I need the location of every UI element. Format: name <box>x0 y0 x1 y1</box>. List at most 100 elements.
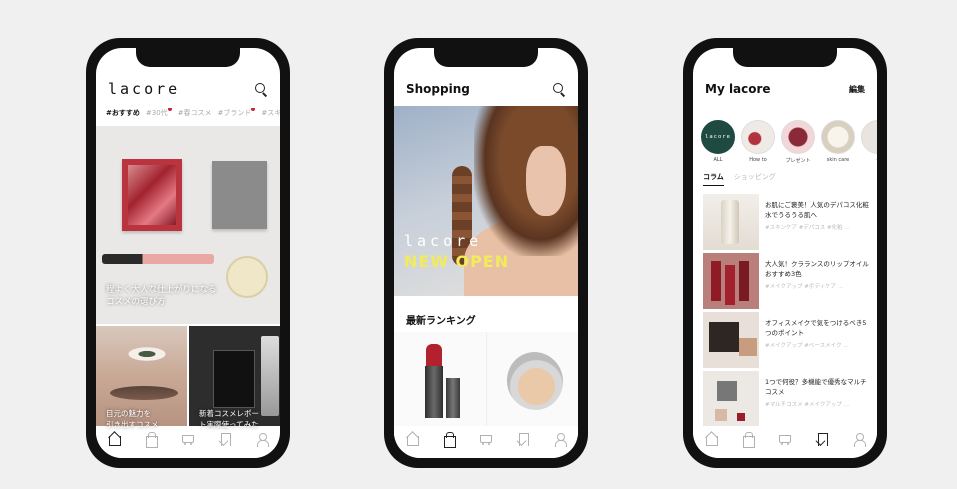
article-card-title: 新着コスメレポー ト実際使ってみた <box>199 409 259 429</box>
lipstick-image <box>102 254 214 264</box>
list-item[interactable]: オフィスメイクで気をつけるべき5つのポイント #メイクアップ #ベースメイク … <box>703 312 871 370</box>
article-thumbnail <box>703 194 759 250</box>
new-open-banner[interactable]: lacore NEW OPEN <box>394 106 578 296</box>
category-skin-care[interactable]: skin care <box>821 120 855 164</box>
category-avatar <box>741 120 775 154</box>
new-dot <box>251 108 256 111</box>
category-all-avatar: lacore <box>701 120 735 154</box>
category-present[interactable]: プレゼント <box>781 120 815 164</box>
shopping-bag-icon[interactable] <box>144 432 159 448</box>
cushion-product-image <box>499 345 570 417</box>
category-how-to[interactable]: How to <box>741 120 775 164</box>
content-tabs: コラム ショッピング <box>703 172 867 186</box>
saved-article-list: お肌にご褒美！人気のデパコス化粧水でうるうる肌へ #スキンケア #デパコス #化… <box>703 194 871 430</box>
phone-notch <box>733 48 837 67</box>
user-icon[interactable] <box>852 432 866 447</box>
my-lacore-screen: My lacore 編集 lacore ALL How to プレゼント ski… <box>693 48 877 458</box>
bookmark-icon[interactable] <box>815 432 829 446</box>
article-thumbnail <box>703 312 759 368</box>
ranking-item[interactable] <box>394 332 486 436</box>
category-circles: lacore ALL How to プレゼント skin care <box>701 120 877 164</box>
bookmark-icon[interactable] <box>218 432 232 446</box>
category-label: プレゼント <box>785 158 811 164</box>
tag-skin[interactable]: #スキ <box>261 108 280 118</box>
phone-home: lacore #おすすめ #30代 #春コスメ #ブランド #スキ 程よく大人な… <box>86 38 290 468</box>
category-avatar <box>821 120 855 154</box>
user-icon[interactable] <box>553 432 567 447</box>
article-thumbnail <box>703 371 759 427</box>
home-icon[interactable] <box>405 432 420 446</box>
phone-my-lacore: My lacore 編集 lacore ALL How to プレゼント ski… <box>683 38 887 468</box>
article-card-title: 目元の魅力を 引き出すコスメ <box>106 409 159 429</box>
phone-notch <box>136 48 240 67</box>
bottom-tab-bar <box>693 426 877 458</box>
article-card-new-cosme[interactable]: 新着コスメレポー ト実際使ってみた <box>189 326 280 436</box>
search-icon[interactable] <box>254 82 268 96</box>
bottom-tab-bar <box>96 426 280 458</box>
banner-logo: lacore <box>404 232 483 250</box>
cushion-image <box>226 256 268 298</box>
category-avatar <box>781 120 815 154</box>
palette-image <box>122 159 182 231</box>
article-thumbnail <box>703 253 759 309</box>
edit-button[interactable]: 編集 <box>849 84 865 95</box>
lipstick-product-image <box>425 344 443 418</box>
article-title: お肌にご褒美！人気のデパコス化粧水でうるうる肌へ <box>765 201 869 219</box>
category-all[interactable]: lacore ALL <box>701 120 735 164</box>
ranking-list <box>394 332 578 436</box>
banner-tagline: NEW OPEN <box>404 252 510 271</box>
shopping-bag-icon[interactable] <box>741 432 756 448</box>
list-item[interactable]: お肌にご褒美！人気のデパコス化粧水でうるうる肌へ #スキンケア #デパコス #化… <box>703 194 871 252</box>
my-lacore-header: My lacore 編集 <box>705 78 865 100</box>
ranking-item[interactable] <box>485 332 578 436</box>
bookmark-icon[interactable] <box>516 432 530 446</box>
hashtag-bar: #おすすめ #30代 #春コスメ #ブランド #スキ <box>106 108 280 118</box>
article-tags: #マルチコスメ #メイクアップ … <box>765 402 850 408</box>
shopping-screen: Shopping lacore NEW OPEN 最新ランキング <box>394 48 578 458</box>
article-card-eyes[interactable]: 目元の魅力を 引き出すコスメ <box>96 326 187 436</box>
category-label: How to <box>749 157 767 163</box>
tag-spring-cosme[interactable]: #春コスメ <box>178 108 212 118</box>
app-showcase: lacore #おすすめ #30代 #春コスメ #ブランド #スキ 程よく大人な… <box>0 0 957 489</box>
tag-30s[interactable]: #30代 <box>146 108 172 118</box>
banner-model-image <box>526 146 566 216</box>
category-label: e <box>861 157 877 163</box>
article-grid: 目元の魅力を 引き出すコスメ 新着コスメレポー ト実際使ってみた <box>96 326 280 436</box>
cart-icon[interactable] <box>479 432 493 446</box>
lipstick-cap-image <box>446 378 460 418</box>
shopping-bag-icon[interactable] <box>442 432 457 448</box>
home-header: lacore <box>108 78 268 100</box>
search-icon[interactable] <box>552 82 566 96</box>
cart-icon[interactable] <box>778 432 792 446</box>
article-tags: #メイクアップ #ボディケア … <box>765 284 844 290</box>
ranking-section-title: 最新ランキング <box>406 316 476 327</box>
page-title: My lacore <box>705 82 771 96</box>
shopping-header: Shopping <box>406 78 566 100</box>
home-icon[interactable] <box>704 432 719 446</box>
app-logo: lacore <box>108 80 181 98</box>
article-tags: #メイクアップ #ベースメイク … <box>765 343 849 349</box>
bottom-tab-bar <box>394 426 578 458</box>
list-item[interactable]: 大人気！クラランスのリップオイルおすすめ3色 #メイクアップ #ボディケア … <box>703 253 871 311</box>
compact-box-image <box>212 161 267 229</box>
tag-recommended[interactable]: #おすすめ <box>106 108 140 118</box>
home-icon[interactable] <box>107 432 122 446</box>
category-label: skin care <box>826 157 850 163</box>
category-more[interactable]: e <box>861 120 877 164</box>
category-avatar <box>861 120 877 154</box>
article-title: 1つで何役？多機能で優秀なマルチコスメ <box>765 378 867 396</box>
article-tags: #スキンケア #デパコス #化粧 … <box>765 225 850 231</box>
featured-article[interactable]: 程よく大人な仕上がりになる コスメの選び方 <box>96 126 280 324</box>
featured-article-title: 程よく大人な仕上がりになる コスメの選び方 <box>106 285 217 307</box>
page-title: Shopping <box>406 82 470 96</box>
list-item[interactable]: 1つで何役？多機能で優秀なマルチコスメ #マルチコスメ #メイクアップ … <box>703 371 871 429</box>
user-icon[interactable] <box>255 432 269 447</box>
category-label: ALL <box>713 157 723 163</box>
phone-shopping: Shopping lacore NEW OPEN 最新ランキング <box>384 38 588 468</box>
tag-brand[interactable]: #ブランド <box>218 108 256 118</box>
article-title: 大人気！クラランスのリップオイルおすすめ3色 <box>765 260 869 278</box>
tab-column[interactable]: コラム <box>703 172 724 186</box>
cart-icon[interactable] <box>181 432 195 446</box>
new-dot <box>167 108 172 111</box>
tab-shopping[interactable]: ショッピング <box>734 172 776 186</box>
